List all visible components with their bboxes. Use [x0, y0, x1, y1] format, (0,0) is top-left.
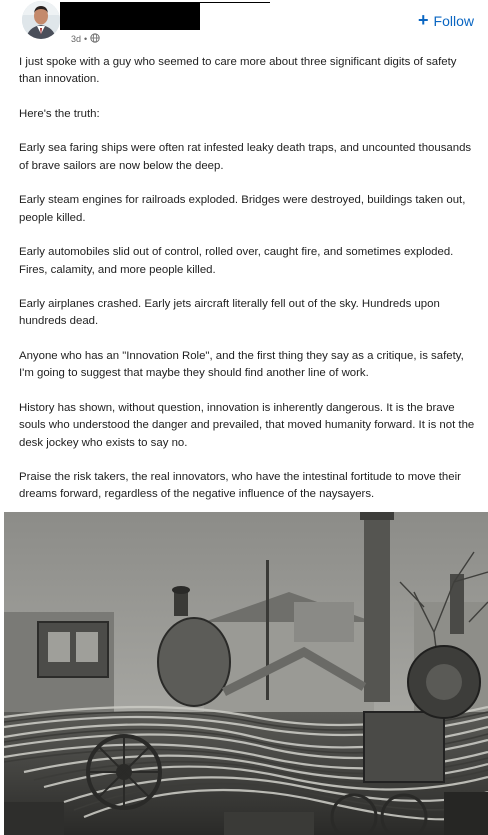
post-meta: 3d •: [71, 33, 100, 45]
post-paragraph: Early airplanes crashed. Early jets airc…: [19, 298, 440, 328]
globe-icon: [90, 33, 100, 45]
author-avatar[interactable]: [22, 1, 60, 39]
follow-label: Follow: [433, 13, 474, 29]
author-name-redacted: [60, 2, 200, 30]
post-paragraph: Early sea faring ships were often rat in…: [19, 142, 472, 172]
redaction-edge: [200, 2, 270, 3]
post-body: I just spoke with a guy who seemed to ca…: [19, 54, 475, 521]
meta-separator: •: [84, 34, 88, 44]
post-image[interactable]: [4, 512, 488, 835]
follow-button[interactable]: + Follow: [418, 10, 474, 30]
post-paragraph: Praise the risk takers, the real innovat…: [19, 471, 461, 501]
post-paragraph: I just spoke with a guy who seemed to ca…: [19, 56, 457, 86]
post-paragraph: History has shown, without question, inn…: [19, 401, 475, 449]
post-timestamp: 3d: [71, 34, 82, 44]
post-paragraph: Here's the truth:: [19, 107, 100, 120]
plus-icon: +: [418, 10, 429, 30]
post-paragraph: Early automobiles slid out of control, r…: [19, 246, 454, 276]
post-header: 3d • + Follow: [0, 0, 488, 50]
post-paragraph: Anyone who has an "Innovation Role", and…: [19, 350, 464, 380]
post-paragraph: Early steam engines for railroads explod…: [19, 194, 466, 224]
